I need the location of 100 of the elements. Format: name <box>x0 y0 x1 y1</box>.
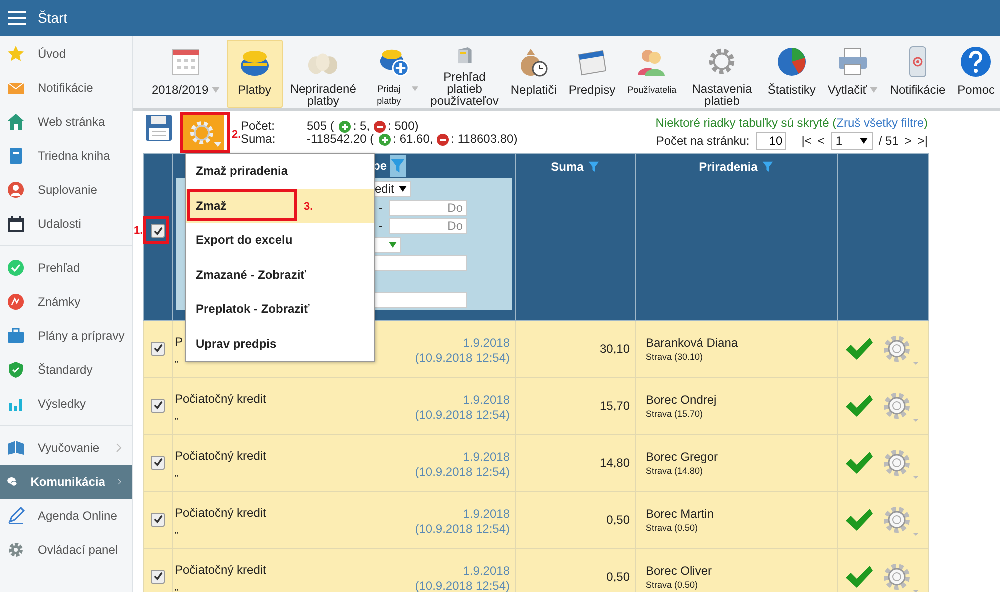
toolbar-button[interactable]: Vytlačiť <box>822 40 884 108</box>
sidebar-item[interactable]: Plány a prípravy <box>0 319 132 353</box>
date-to-field[interactable]: Do <box>389 218 467 234</box>
toolbar-button[interactable]: Nastavenia platieb <box>684 40 761 108</box>
checkmark-icon[interactable] <box>844 451 874 475</box>
toolbar-button[interactable]: Predpisy <box>564 40 621 108</box>
column-header: Suma <box>551 160 584 174</box>
toolbar-button[interactable]: Notifikácie <box>885 40 951 108</box>
summary-label: Počet: <box>241 120 276 133</box>
sidebar-item[interactable]: Štandardy <box>0 353 132 387</box>
per-page-label: Počet na stránku: <box>656 134 750 148</box>
sidebar-item[interactable]: Agenda Online <box>0 499 132 533</box>
summary-value: : 118603.80) <box>451 133 518 146</box>
first-page-link[interactable]: |< <box>802 134 812 148</box>
shield-icon <box>7 361 25 379</box>
last-page-link[interactable]: >| <box>918 134 928 148</box>
sidebar-item[interactable]: Výsledky <box>0 387 132 421</box>
step-number: 3. <box>304 201 314 213</box>
sidebar-item[interactable]: Komunikácia <box>0 465 132 499</box>
date-to-field[interactable]: Do <box>389 200 467 216</box>
payment-note: „ <box>175 354 180 364</box>
student-name: Borec Martin <box>646 507 716 521</box>
amount: 0,50 <box>606 513 630 527</box>
checkmark-icon[interactable] <box>844 508 874 532</box>
page-count: / 51 <box>878 134 899 148</box>
sidebar-item[interactable]: Udalosti <box>0 207 132 241</box>
row-checkbox[interactable] <box>151 342 165 356</box>
chevron-icon <box>118 477 122 487</box>
toolbar-button[interactable]: Neplatiči <box>506 40 562 108</box>
toolbar-button[interactable]: Prehľad platieb používateľov <box>426 40 504 108</box>
payment-title: Počiatočný kredit <box>175 562 266 576</box>
pen-icon <box>7 507 25 525</box>
menu-icon[interactable] <box>8 11 26 25</box>
toolbar-button[interactable]: Platby <box>226 40 283 108</box>
page-select[interactable]: 1 <box>830 132 873 150</box>
next-page-link[interactable]: > <box>904 134 912 148</box>
toolbar-button[interactable]: 2018/2019 <box>147 40 225 108</box>
payment-timestamp: (10.9.2018 12:54) <box>415 408 510 422</box>
checkmark-icon[interactable] <box>844 337 874 361</box>
menu-item[interactable]: Preplatok - Zobraziť <box>186 292 374 326</box>
menu-item[interactable]: Export do excelu <box>186 223 374 258</box>
sidebar-item[interactable]: Vyučovanie <box>0 431 132 465</box>
check-circle-icon <box>7 259 25 277</box>
house-icon <box>7 113 25 131</box>
minus-icon <box>374 120 386 132</box>
payment-note: „ <box>175 412 180 422</box>
sidebar-item[interactable]: Úvod <box>0 37 132 71</box>
select-all-checkbox[interactable] <box>151 224 165 238</box>
filter-icon[interactable] <box>390 155 406 177</box>
question-icon <box>959 45 994 79</box>
row-checkbox[interactable] <box>151 398 165 413</box>
checkmark-icon[interactable] <box>844 565 874 589</box>
sidebar-item[interactable]: Triedna kniha <box>0 139 132 173</box>
tick-icon <box>154 458 162 468</box>
toolbar-button[interactable]: Štatistiky <box>762 40 821 108</box>
amount: 30,10 <box>600 342 630 356</box>
assignment-detail: Strava (15.70) <box>646 409 704 419</box>
clear-filters-link[interactable]: Zruš všetky filtre <box>836 116 924 130</box>
checkmark-icon[interactable] <box>844 394 874 418</box>
sidebar-item[interactable]: Suplovanie <box>0 173 132 207</box>
sidebar-item[interactable]: Ovládací panel <box>0 533 132 567</box>
settings-button[interactable] <box>180 115 224 150</box>
sidebar-item[interactable]: Web stránka <box>0 105 132 139</box>
previous-page-link[interactable]: < <box>818 134 825 148</box>
row-checkbox[interactable] <box>151 570 165 584</box>
row-checkbox[interactable] <box>151 512 165 527</box>
gear-icon <box>7 541 25 559</box>
filter-icon[interactable] <box>762 160 774 174</box>
minus-icon <box>437 134 450 146</box>
annotation-frame <box>180 112 230 153</box>
per-page-field[interactable]: 10 <box>756 132 786 150</box>
step-number: 2. <box>232 129 242 141</box>
caret-icon <box>214 142 222 147</box>
student-name: Borec Gregor <box>646 450 720 464</box>
sidebar-item[interactable]: Prehľad <box>0 251 132 285</box>
toolbar-button[interactable]: Nepriradené platby <box>284 40 362 108</box>
student-name: Borec Oliver <box>646 564 714 578</box>
menu-item[interactable]: Uprav predpis <box>186 326 374 361</box>
filter-icon[interactable] <box>588 160 600 174</box>
filter-notice: ) <box>924 116 928 130</box>
range-separator: - <box>379 219 383 234</box>
toolbar-button[interactable]: Pridaj platby <box>364 40 424 108</box>
filter-notice: Niektoré riadky tabuľky sú skryté ( <box>656 116 837 130</box>
payment-title: Počiatočný kredit <box>175 392 266 406</box>
briefcase-icon <box>7 327 25 345</box>
row-checkbox[interactable] <box>151 456 165 470</box>
summary-value: -118542.20 ( <box>307 133 374 146</box>
sidebar-item[interactable]: Známky <box>0 285 132 319</box>
payment-date: 1.9.2018 <box>463 564 510 578</box>
range-separator: - <box>379 200 383 215</box>
sidebar-item[interactable]: Notifikácie <box>0 71 132 105</box>
caret-icon <box>860 138 868 144</box>
student-name: Borec Ondrej <box>646 393 718 407</box>
toolbar-button[interactable]: Pomoc <box>952 40 1000 108</box>
payment-timestamp: (10.9.2018 12:54) <box>415 464 510 480</box>
menu-item[interactable]: Zmazané - Zobraziť <box>186 258 374 292</box>
tick-icon <box>154 572 162 582</box>
menu-item[interactable]: Zmaž priradenia <box>186 154 374 188</box>
toolbar-button[interactable]: Používatelia <box>622 40 682 108</box>
caret-icon <box>412 85 419 93</box>
